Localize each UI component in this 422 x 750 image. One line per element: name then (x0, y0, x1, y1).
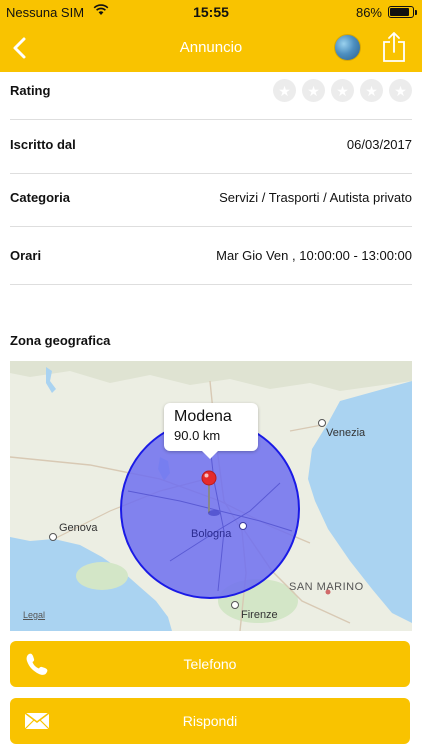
rispondi-label: Rispondi (182, 713, 238, 729)
share-icon[interactable] (381, 31, 407, 63)
star-icon: ★ (389, 79, 412, 102)
orari-label: Orari (10, 248, 42, 263)
iscritto-label: Iscritto dal (10, 137, 76, 152)
globe-avatar-icon[interactable] (334, 34, 361, 61)
rating-label: Rating (10, 83, 51, 98)
battery-icon (388, 6, 417, 18)
callout-subtitle: 90.0 km (174, 428, 221, 443)
orari-value: Mar Gio Ven , 10:00:00 - 13:00:00 (216, 248, 412, 263)
iscritto-value: 06/03/2017 (346, 137, 412, 152)
battery-percent: 86% (355, 5, 382, 20)
phone-icon (24, 652, 50, 676)
map-view[interactable]: Venezia Genova Bologna SAN MARINO Firenz… (10, 361, 412, 631)
star-icon: ★ (302, 79, 325, 102)
city-bologna: Bologna (191, 528, 232, 540)
star-icon: ★ (273, 79, 296, 102)
city-genova: Genova (59, 522, 98, 534)
status-bar: Nessuna SIM 15:55 86% (0, 0, 422, 24)
telefono-button[interactable]: Telefono (10, 641, 410, 687)
city-san-marino: SAN MARINO (289, 581, 364, 593)
categoria-value: Servizi / Trasporti / Autista privato (219, 190, 412, 205)
city-venezia: Venezia (326, 427, 366, 439)
geo-section-label: Zona geografica (10, 333, 111, 348)
categoria-row: Categoria Servizi / Trasporti / Autista … (10, 169, 412, 227)
rating-stars: ★ ★ ★ ★ ★ (273, 79, 412, 102)
map-legal-link[interactable]: Legal (23, 610, 45, 620)
categoria-label: Categoria (10, 190, 70, 205)
star-icon: ★ (331, 79, 354, 102)
orari-row: Orari Mar Gio Ven , 10:00:00 - 13:00:00 (10, 227, 412, 285)
telefono-label: Telefono (183, 656, 237, 672)
callout-title: Modena (174, 408, 232, 425)
iscritto-row: Iscritto dal 06/03/2017 (10, 116, 412, 174)
star-icon: ★ (360, 79, 383, 102)
city-firenze: Firenze (241, 609, 278, 621)
rating-row: Rating ★ ★ ★ ★ ★ (10, 62, 412, 120)
rispondi-button[interactable]: Rispondi (10, 698, 410, 744)
map-callout[interactable]: Modena 90.0 km (164, 403, 258, 459)
envelope-icon (24, 709, 50, 733)
